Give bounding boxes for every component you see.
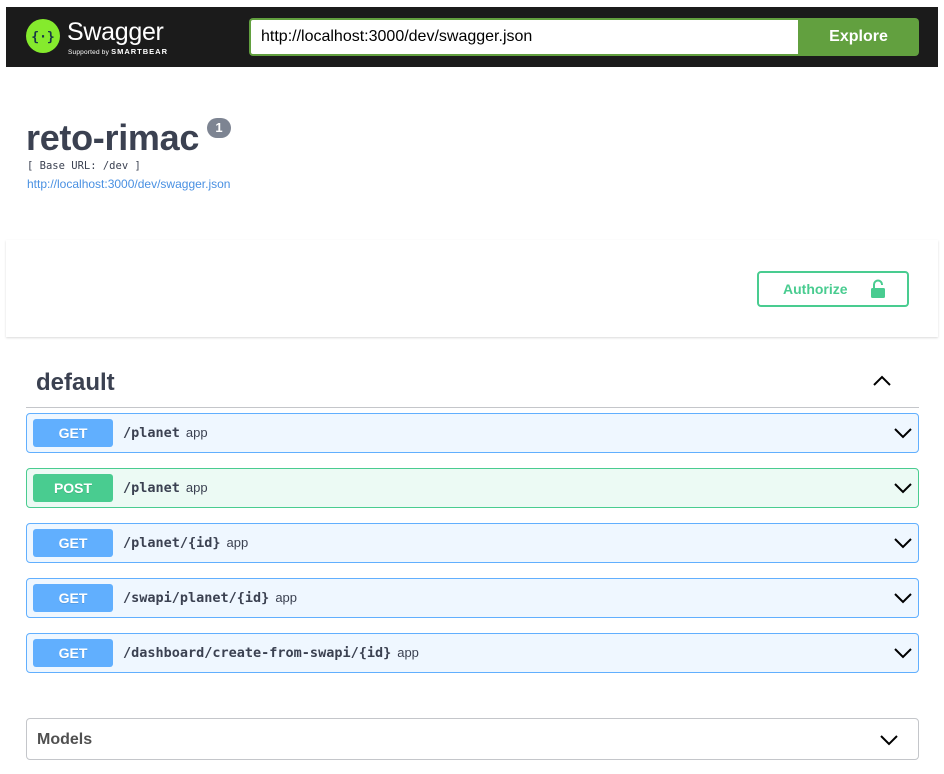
- opblock-get-swapi-planet-id[interactable]: GET /swapi/planet/{id} app: [26, 578, 919, 618]
- operation-path: /dashboard/create-from-swapi/{id} app: [123, 645, 419, 661]
- tag-title: default: [36, 369, 115, 396]
- operation-description: app: [185, 425, 208, 440]
- method-badge: GET: [33, 639, 113, 667]
- models-section[interactable]: Models: [26, 718, 919, 760]
- operation-description: app: [226, 535, 249, 550]
- operation-path: /planet/{id} app: [123, 535, 249, 551]
- chevron-down-icon[interactable]: [893, 536, 913, 550]
- opblock-get-planet-id[interactable]: GET /planet/{id} app: [26, 523, 919, 563]
- chevron-down-icon[interactable]: [879, 733, 899, 747]
- brand-name: Swagger: [67, 18, 164, 46]
- opblock-get-planet[interactable]: GET /planet app: [26, 413, 919, 453]
- version-badge: 1: [207, 118, 231, 138]
- authorize-button[interactable]: Authorize: [757, 271, 909, 307]
- svg-text:{·}: {·}: [31, 30, 54, 45]
- base-url: [ Base URL: /dev ]: [27, 160, 141, 172]
- method-badge: POST: [33, 474, 113, 502]
- method-badge: GET: [33, 584, 113, 612]
- swagger-logo-icon: {·}: [26, 19, 60, 53]
- topbar: {·} Swagger Supported by SMARTBEAR Explo…: [6, 7, 938, 67]
- method-badge: GET: [33, 419, 113, 447]
- explore-button[interactable]: Explore: [798, 18, 919, 56]
- chevron-down-icon[interactable]: [893, 426, 913, 440]
- opblock-post-planet[interactable]: POST /planet app: [26, 468, 919, 508]
- swagger-logo[interactable]: {·} Swagger Supported by SMARTBEAR: [26, 17, 176, 57]
- operation-path: /swapi/planet/{id} app: [123, 590, 298, 606]
- opblock-get-dashboard-create-from-swapi-id[interactable]: GET /dashboard/create-from-swapi/{id} app: [26, 633, 919, 673]
- models-title: Models: [37, 731, 93, 748]
- lock-icon: [871, 279, 885, 298]
- authorize-label: Authorize: [783, 281, 848, 297]
- spec-url-input[interactable]: [249, 18, 800, 56]
- operation-path: /planet app: [123, 480, 208, 496]
- chevron-up-icon[interactable]: [871, 371, 893, 391]
- brand-subtitle: Supported by SMARTBEAR: [68, 47, 169, 56]
- operation-path: /planet app: [123, 425, 208, 441]
- chevron-down-icon[interactable]: [893, 591, 913, 605]
- operation-description: app: [185, 480, 208, 495]
- api-title: reto-rimac: [26, 117, 200, 158]
- spec-link[interactable]: http://localhost:3000/dev/swagger.json: [27, 177, 230, 191]
- tag-header-default[interactable]: default: [26, 358, 919, 408]
- chevron-down-icon[interactable]: [893, 481, 913, 495]
- scheme-container: Authorize: [6, 240, 938, 337]
- chevron-down-icon[interactable]: [893, 646, 913, 660]
- operation-description: app: [397, 645, 419, 660]
- operation-description: app: [275, 590, 298, 605]
- method-badge: GET: [33, 529, 113, 557]
